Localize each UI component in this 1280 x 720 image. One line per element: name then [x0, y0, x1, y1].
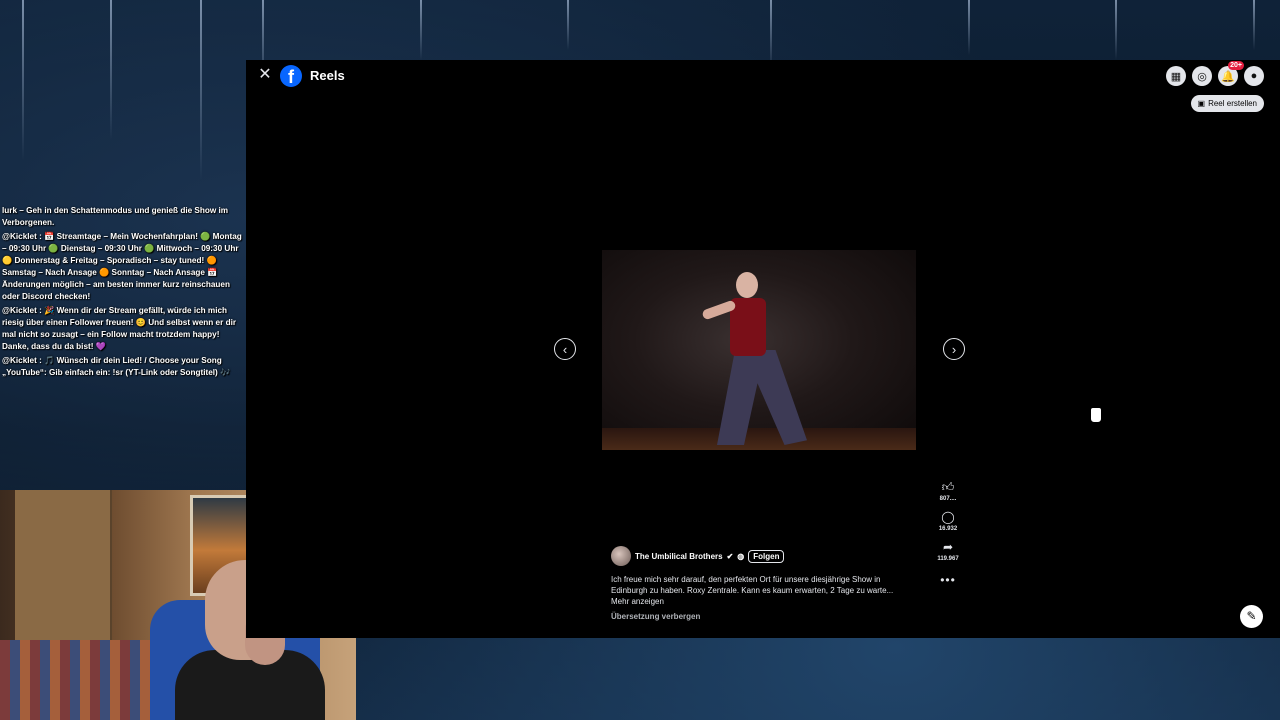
stage-floor	[602, 428, 916, 450]
comment-count: 16.932	[938, 526, 958, 532]
reel-author: The Umbilical Brothers ✔ ◍ Folgen	[611, 546, 785, 566]
rain-streak	[200, 0, 202, 180]
more-dots-icon[interactable]: •••	[940, 573, 956, 587]
share-icon[interactable]: ➦	[943, 539, 953, 556]
chat-message: @Kicklet : 🎵 Wünsch dir dein Lied! / Cho…	[2, 356, 231, 377]
comment-icon[interactable]: ◯	[941, 509, 954, 526]
top-nav-icons: ▦ ◎ 🔔 20+ ●	[1166, 61, 1264, 86]
reel-caption: Ich freue mich sehr darauf, den perfekte…	[611, 575, 894, 606]
reel-actions: 👍︎ 807.... ◯ 16.932 ➦ 119.967 •••	[934, 479, 962, 587]
bell-icon[interactable]: 🔔 20+	[1218, 61, 1244, 86]
reels-viewer: ✕ f Reels ▦ ◎ 🔔 20+ ● ▣ Reel erstellen ‹…	[246, 60, 1280, 638]
webcam-person-body	[175, 650, 325, 720]
hide-translation-link[interactable]: Übersetzung verbergen	[611, 612, 700, 621]
rain-streak	[110, 0, 112, 140]
create-reel-button[interactable]: ▣ Reel erstellen	[1190, 95, 1264, 112]
mouse-cursor	[1090, 407, 1102, 423]
chevron-right-icon[interactable]: ›	[943, 338, 965, 360]
notification-badge: 20+	[1228, 61, 1244, 70]
rain-streak	[1253, 0, 1255, 50]
rain-streak	[1115, 0, 1117, 60]
like-count: 807....	[939, 496, 957, 502]
rain-streak	[420, 0, 422, 60]
edit-icon[interactable]: ✎	[1240, 605, 1263, 628]
stream-chat-overlay: lurk – Geh in den Schattenmodus und geni…	[0, 205, 246, 381]
rain-streak	[968, 0, 970, 55]
chevron-left-icon[interactable]: ‹	[554, 338, 576, 360]
globe-icon: ◍	[737, 551, 745, 561]
share-action[interactable]: ➦ 119.967	[937, 539, 958, 562]
page-title: Reels	[310, 68, 345, 83]
close-icon[interactable]: ✕	[257, 66, 273, 84]
chat-message: @Kicklet : 🎉 Wenn dir der Stream gefällt…	[2, 306, 237, 351]
rain-streak	[567, 0, 569, 50]
rain-streak	[22, 0, 24, 160]
webcam-couch	[0, 640, 150, 720]
like-action[interactable]: 👍︎ 807....	[940, 479, 957, 502]
comment-action[interactable]: ◯ 16.932	[939, 509, 957, 532]
messenger-icon[interactable]: ◎	[1192, 66, 1212, 86]
create-reel-icon: ▣	[1197, 99, 1206, 108]
chat-message: @Kicklet : 📅 Streamtage – Mein Wochenfah…	[2, 232, 242, 301]
avatar[interactable]	[611, 546, 631, 566]
create-reel-label: Reel erstellen	[1208, 99, 1257, 108]
reel-video[interactable]	[602, 250, 916, 450]
thumbs-up-icon[interactable]: 👍︎	[942, 479, 955, 496]
verified-icon: ✔	[726, 551, 734, 561]
share-count: 119.967	[937, 556, 959, 562]
profile-icon[interactable]: ●	[1244, 66, 1264, 86]
chat-message: lurk – Geh in den Schattenmodus und geni…	[2, 206, 229, 227]
facebook-logo[interactable]: f	[280, 65, 302, 87]
follow-button[interactable]: Folgen	[748, 549, 785, 563]
grid-menu-icon[interactable]: ▦	[1166, 66, 1186, 86]
author-name[interactable]: The Umbilical Brothers	[635, 552, 723, 561]
dancer-head	[736, 272, 758, 298]
